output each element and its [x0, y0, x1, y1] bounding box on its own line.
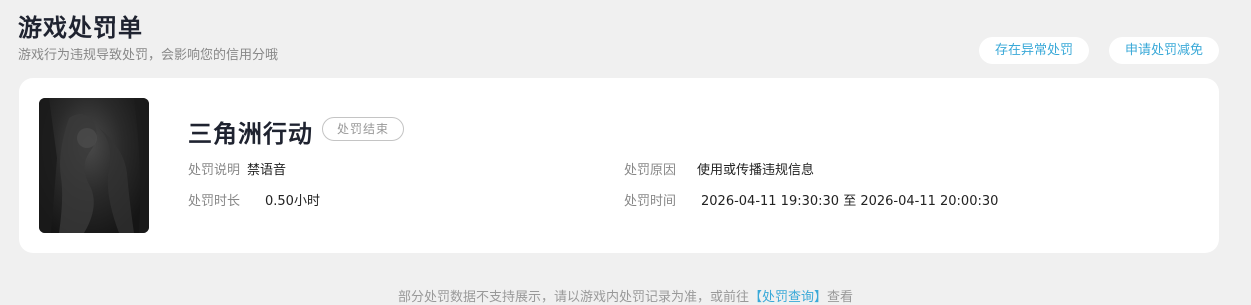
reason-value: 使用或传播违规信息: [697, 163, 815, 178]
penalty-reduction-button[interactable]: 申请处罚减免: [1109, 37, 1219, 64]
penalty-card: 三角洲行动 处罚结束 处罚说明 禁语音 处罚原因 使用或传播违规信息 处罚时长 …: [19, 78, 1219, 253]
abnormal-penalty-button[interactable]: 存在异常处罚: [979, 37, 1089, 64]
duration-label: 处罚时长: [188, 194, 241, 209]
status-badge: 处罚结束: [322, 117, 405, 141]
description-label: 处罚说明: [188, 163, 241, 178]
description-value: 禁语音: [247, 163, 287, 178]
reason-label: 处罚原因: [624, 163, 677, 178]
page-title: 游戏处罚单: [18, 14, 143, 42]
footer-note: 部分处罚数据不支持展示，请以游戏内处罚记录为准，或前往【处罚查询】查看: [0, 286, 1251, 305]
game-title: 三角洲行动: [188, 120, 313, 148]
duration-value: 0.50小时: [265, 194, 320, 209]
time-label: 处罚时间: [624, 194, 677, 209]
time-value: 2026-04-11 19:30:30 至 2026-04-11 20:00:3…: [701, 194, 999, 209]
page-subtitle: 游戏行为违规导致处罚，会影响您的信用分哦: [18, 48, 279, 63]
game-cover-image: [39, 98, 149, 233]
